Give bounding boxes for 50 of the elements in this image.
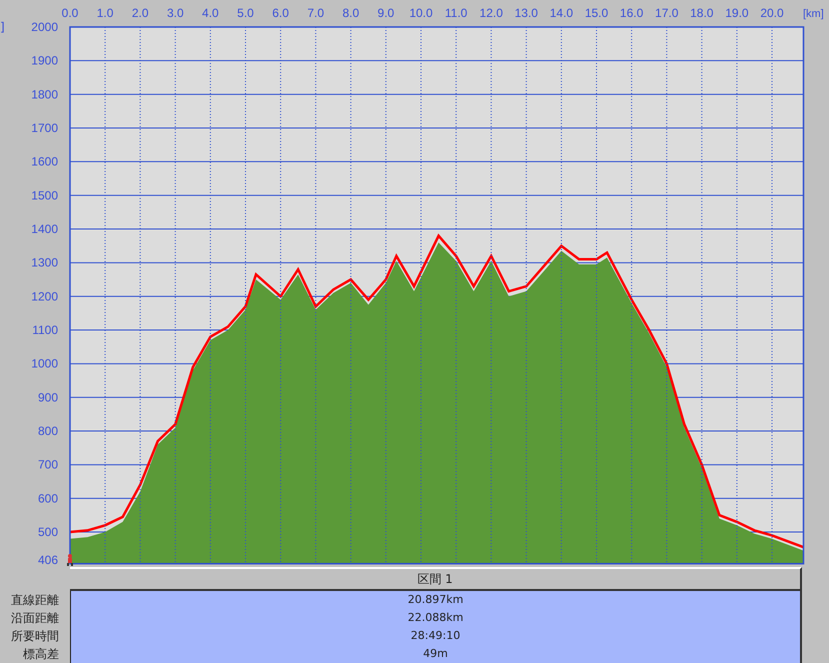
- x-tick-label: 2.0: [132, 6, 149, 20]
- stat-label: 所要時間: [10, 628, 60, 645]
- x-tick-label: 18.0: [690, 6, 714, 20]
- x-tick-label: 6.0: [272, 6, 289, 20]
- y-tick-label: 700: [38, 458, 58, 472]
- y-tick-label: 500: [38, 525, 58, 540]
- x-tick-label: 10.0: [409, 6, 433, 20]
- x-tick-label: 9.0: [378, 6, 394, 20]
- x-axis-unit: [km]: [803, 8, 824, 20]
- y-tick-label: 1700: [31, 121, 58, 135]
- x-tick-label: 13.0: [514, 6, 538, 20]
- x-tick-label: 14.0: [550, 6, 574, 20]
- stat-value: 20.897km: [70, 591, 802, 609]
- x-tick-label: 1.0: [96, 6, 114, 20]
- x-tick-label: 15.0: [584, 6, 608, 20]
- y-tick-label: 1200: [31, 289, 58, 304]
- hiker-icon: [67, 554, 73, 566]
- y-tick-label: 1900: [31, 54, 58, 68]
- y-tick-label: 1400: [31, 222, 58, 236]
- y-tick-label: 600: [38, 491, 58, 506]
- x-tick-label: 0.0: [62, 6, 78, 20]
- y-tick-label: 1000: [31, 356, 58, 371]
- y-axis-unit: ]: [0, 20, 5, 34]
- x-tick-label: 5.0: [237, 6, 254, 20]
- stat-label: 直線距離: [10, 592, 60, 609]
- x-tick-label: 11.0: [444, 6, 468, 20]
- x-tick-label: 17.0: [655, 6, 678, 20]
- y-tick-label: 800: [38, 424, 58, 438]
- stat-value: 49m: [70, 645, 802, 663]
- x-tick-label: 4.0: [202, 6, 219, 20]
- y-tick-label: 1600: [31, 154, 58, 169]
- x-tick-label: 12.0: [480, 6, 503, 20]
- stat-value: 28:49:10: [70, 627, 802, 645]
- y-tick-label: 1300: [31, 256, 58, 270]
- x-tick-label: 20.0: [760, 6, 784, 20]
- section-header: 区間 1: [70, 567, 802, 591]
- y-tick-label: 1800: [31, 87, 58, 102]
- y-tick-label: 1500: [31, 188, 58, 202]
- x-tick-label: 3.0: [166, 6, 184, 20]
- stat-label: 標高差: [22, 646, 60, 663]
- y-tick-label: 900: [38, 390, 58, 404]
- x-tick-label: 8.0: [342, 6, 360, 20]
- y-tick-label: 406: [38, 553, 58, 567]
- x-tick-label: 7.0: [307, 6, 324, 20]
- y-tick-label: 1100: [32, 323, 58, 338]
- x-tick-label: 16.0: [620, 6, 644, 20]
- x-tick-label: 19.0: [725, 6, 749, 20]
- y-tick-label: 2000: [31, 20, 58, 34]
- stat-label: 沿面距離: [10, 610, 60, 627]
- stat-value: 22.088km: [70, 609, 802, 627]
